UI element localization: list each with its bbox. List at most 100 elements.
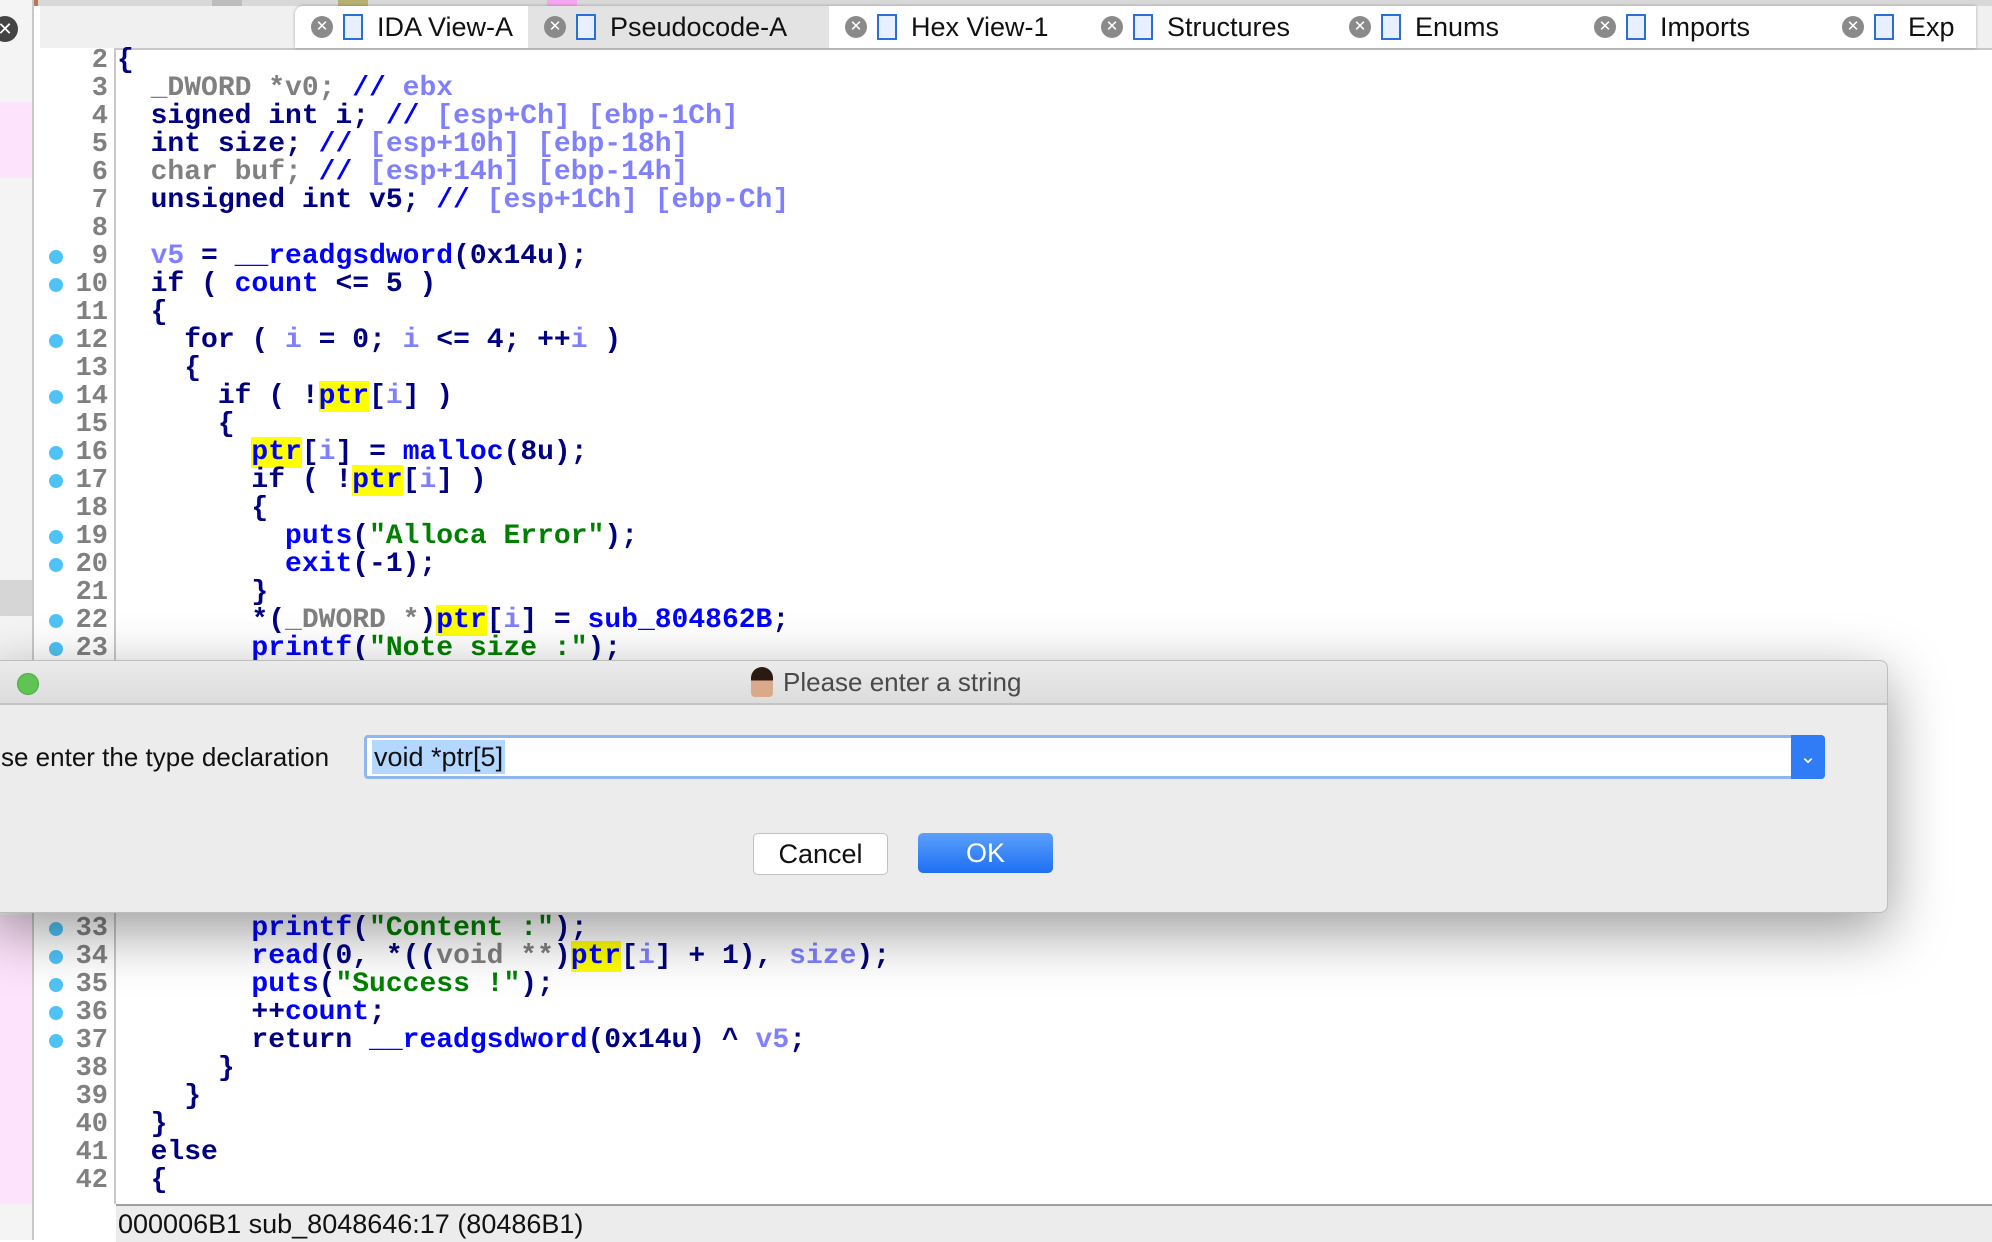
code-line[interactable]: 34 read(0, *((void **)ptr[i] + 1), size)… [0, 941, 1992, 972]
code-text[interactable]: if ( !ptr[i] ) [117, 465, 487, 496]
cancel-button[interactable]: Cancel [753, 833, 888, 875]
code-text[interactable]: if ( count <= 5 ) [117, 271, 437, 299]
code-line[interactable]: 7 unsigned int v5; // [esp+1Ch] [ebp-Ch] [0, 185, 1992, 216]
window-zoom-button[interactable] [17, 673, 39, 695]
code-text[interactable]: exit(-1); [117, 551, 436, 579]
code-line[interactable]: 16 ptr[i] = malloc(8u); [0, 437, 1992, 468]
line-number: 38 [75, 1054, 108, 1084]
code-line[interactable]: 6 char buf; // [esp+14h] [ebp-14h] [0, 159, 1992, 188]
code-text[interactable]: { [117, 1167, 168, 1195]
code-text[interactable]: } [117, 579, 268, 607]
code-text[interactable]: return __readgsdword(0x14u) ^ v5; [117, 1027, 806, 1055]
close-tab-icon[interactable]: ✕ [1101, 16, 1123, 38]
code-line[interactable]: 37 return __readgsdword(0x14u) ^ v5; [0, 1027, 1992, 1055]
code-line[interactable]: 42 { [0, 1167, 1992, 1196]
code-line[interactable]: 12 for ( i = 0; i <= 4; ++i ) [0, 327, 1992, 355]
code-token: size [789, 941, 857, 972]
code-line[interactable]: 35 puts("Success !"); [0, 971, 1992, 999]
code-text[interactable]: puts("Alloca Error"); [117, 523, 638, 551]
code-line[interactable]: 4 signed int i; // [esp+Ch] [ebp-1Ch] [0, 103, 1992, 132]
code-text[interactable]: signed int i; // [esp+Ch] [ebp-1Ch] [117, 103, 739, 131]
code-line[interactable]: 19 puts("Alloca Error"); [0, 523, 1992, 551]
code-text[interactable]: v5 = __readgsdword(0x14u); [117, 243, 588, 271]
code-text[interactable]: printf("Note size :"); [117, 635, 621, 663]
code-line[interactable]: 39 } [0, 1083, 1992, 1112]
code-line[interactable]: 40 } [0, 1111, 1992, 1140]
code-line[interactable]: 9 v5 = __readgsdword(0x14u); [0, 243, 1992, 271]
code-text[interactable]: for ( i = 0; i <= 4; ++i ) [117, 327, 621, 355]
tab-structures[interactable]: ✕ Structures [1085, 6, 1333, 48]
code-text[interactable]: { [117, 47, 134, 75]
close-tab-icon[interactable]: ✕ [1842, 16, 1864, 38]
code-text[interactable]: ++count; [117, 999, 385, 1027]
code-line[interactable]: 15 { [0, 411, 1992, 440]
code-text[interactable]: unsigned int v5; // [esp+1Ch] [ebp-Ch] [117, 185, 790, 216]
code-text[interactable]: int size; // [esp+10h] [ebp-18h] [117, 131, 689, 159]
code-text[interactable]: if ( !ptr[i] ) [117, 381, 453, 412]
chevron-down-icon[interactable]: ⌄ [1791, 735, 1825, 779]
code-line[interactable]: 20 exit(-1); [0, 551, 1992, 579]
tab-hex-view-1[interactable]: ✕ Hex View-1 [829, 6, 1085, 48]
close-tab-icon[interactable]: ✕ [845, 16, 867, 38]
code-line[interactable]: 13 { [0, 355, 1992, 384]
code-line[interactable]: 17 if ( !ptr[i] ) [0, 465, 1992, 496]
tab-imports[interactable]: ✕ Imports [1578, 6, 1826, 48]
code-line[interactable]: 5 int size; // [esp+10h] [ebp-18h] [0, 131, 1992, 160]
code-text[interactable]: { [117, 299, 168, 327]
close-tab-icon[interactable]: ✕ [1594, 16, 1616, 38]
code-line[interactable]: 3 _DWORD *v0; // ebx [0, 75, 1992, 104]
line-number: 10 [75, 270, 108, 300]
code-text[interactable]: else [117, 1139, 218, 1167]
tab-ida-view-a[interactable]: ✕ IDA View-A [295, 6, 528, 48]
code-text[interactable]: read(0, *((void **)ptr[i] + 1), size); [117, 941, 890, 972]
code-line[interactable]: 2{ [0, 47, 1992, 76]
code-token: return [117, 1025, 370, 1056]
code-text[interactable]: } [117, 1055, 235, 1083]
code-line[interactable]: 11 { [0, 299, 1992, 328]
enums-icon [1381, 14, 1401, 40]
code-token: __readgsdword [234, 241, 454, 272]
tab-pseudocode-a[interactable]: ✕ Pseudocode-A [528, 6, 829, 48]
tab-exp[interactable]: ✕ Exp [1826, 6, 1976, 48]
code-line[interactable]: 23 printf("Note size :"); [0, 635, 1992, 663]
tab-label: Imports [1660, 11, 1751, 42]
input-selected-text[interactable]: void *ptr[5] [372, 740, 506, 774]
code-line[interactable]: 36 ++count; [0, 999, 1992, 1027]
code-line[interactable]: 41 else [0, 1139, 1992, 1168]
code-token: [ [301, 437, 319, 468]
code-text[interactable]: { [117, 355, 201, 383]
code-token: ) [587, 325, 622, 356]
code-line[interactable]: 14 if ( !ptr[i] ) [0, 381, 1992, 412]
close-tab-icon[interactable]: ✕ [311, 16, 333, 38]
code-text[interactable]: *(_DWORD *)ptr[i] = sub_804862B; [117, 605, 789, 636]
code-text[interactable]: char buf; // [esp+14h] [ebp-14h] [117, 159, 689, 187]
code-line[interactable]: 21 } [0, 579, 1992, 608]
code-text[interactable]: } [117, 1111, 168, 1139]
code-text[interactable]: } [117, 1083, 201, 1111]
code-text[interactable]: ptr[i] = malloc(8u); [117, 437, 588, 468]
code-text[interactable]: _DWORD *v0; // ebx [117, 75, 453, 103]
close-tab-icon[interactable]: ✕ [1349, 16, 1371, 38]
code-line[interactable]: 33 printf("Content :"); [0, 915, 1992, 943]
code-text[interactable]: puts("Success !"); [117, 971, 553, 999]
type-declaration-input[interactable]: void *ptr[5] ⌄ [364, 735, 1825, 779]
line-number: 8 [91, 214, 108, 244]
code-token: } [117, 1053, 235, 1084]
code-text[interactable]: { [117, 411, 235, 439]
code-line[interactable]: 18 { [0, 495, 1992, 524]
code-token: unsigned int v5; [117, 185, 420, 216]
code-token: v5 [150, 241, 185, 272]
code-line[interactable]: 22 *(_DWORD *)ptr[i] = sub_804862B; [0, 605, 1992, 636]
dialog-title-bar[interactable]: Please enter a string [0, 661, 1887, 705]
ok-button[interactable]: OK [918, 833, 1053, 873]
code-text[interactable]: { [117, 495, 268, 523]
close-tab-icon[interactable]: ✕ [544, 16, 566, 38]
line-number: 19 [75, 522, 108, 552]
code-text[interactable]: printf("Content :"); [117, 913, 587, 944]
tab-enums[interactable]: ✕ Enums [1333, 6, 1578, 48]
code-line[interactable]: 38 } [0, 1054, 1992, 1084]
code-line[interactable]: 8 [0, 215, 1992, 243]
code-line[interactable]: 10 if ( count <= 5 ) [0, 271, 1992, 299]
